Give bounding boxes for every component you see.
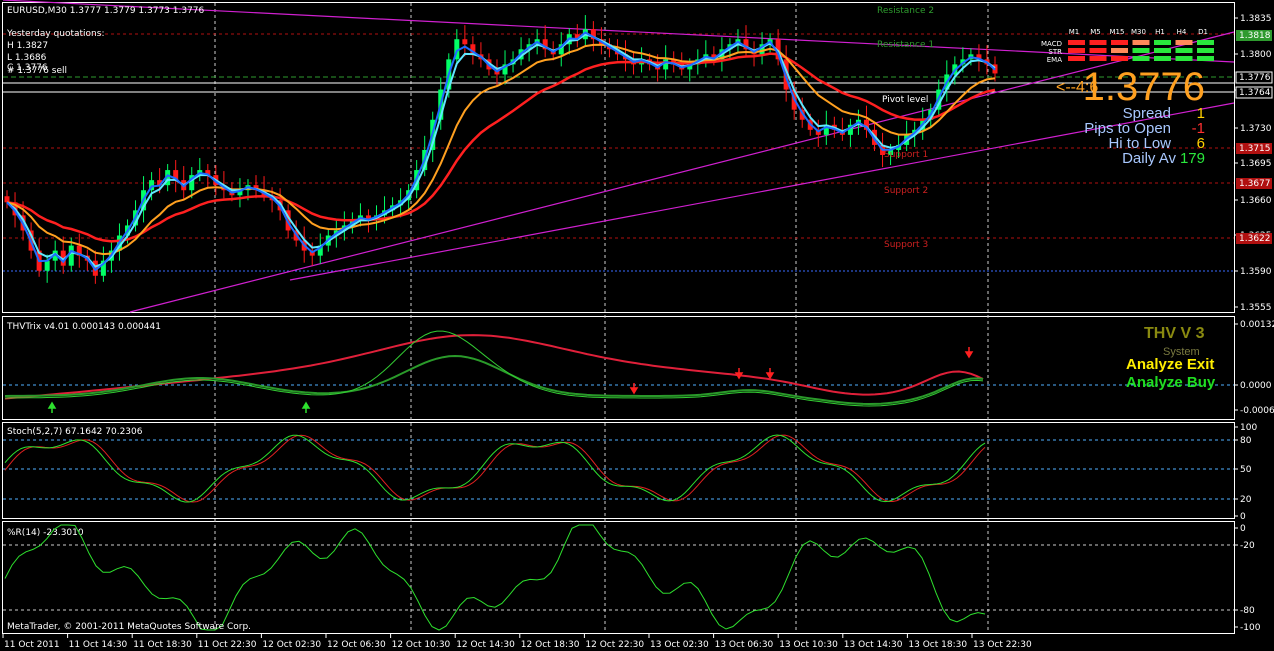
signal-cell (1175, 48, 1193, 53)
time-tick-label: 12 Oct 02:30 (262, 640, 321, 650)
signal-row-label: MACD (1041, 40, 1062, 48)
signal-cell (1154, 56, 1171, 61)
price-tag-label: 1.3622 (1239, 234, 1271, 244)
price-tick-label: 1.3800 (1240, 50, 1272, 60)
price-tag-label: 1.3776 (1239, 73, 1271, 83)
indicator-tick-label: 100 (1240, 423, 1257, 433)
indicator-tick-label: 20 (1240, 495, 1252, 505)
indicator-tick-label: -80 (1240, 606, 1255, 616)
signal-col-header: M5 (1090, 28, 1101, 36)
signal-col-header: M30 (1131, 28, 1146, 36)
indicator-tick-label: -0.00060 (1240, 406, 1274, 416)
yesterday-title: Yesterday quotations: (6, 29, 104, 39)
indicator-tick-label: 0.00132 (1240, 320, 1274, 330)
signal-col-header: M15 (1110, 28, 1125, 36)
signal-cell (1154, 40, 1171, 45)
candle-body (462, 39, 468, 45)
signal-cell (1132, 40, 1150, 45)
price-tick-label: 1.3660 (1240, 196, 1272, 206)
signal-col-header: M1 (1069, 28, 1080, 36)
candle-body (44, 260, 50, 271)
time-tick-label: 13 Oct 18:30 (908, 640, 967, 650)
copyright: MetaTrader, © 2001-2011 MetaQuotes Softw… (7, 622, 251, 632)
signal-cell (1068, 48, 1085, 53)
signal-cell (1089, 40, 1107, 45)
price-tick-label: 1.3835 (1240, 14, 1272, 24)
price-tick-label: 1.3590 (1240, 267, 1272, 277)
time-tick-label: 11 Oct 18:30 (133, 640, 192, 650)
price-axis: 1.3835 1.3800 1.3764 1.3730 1.3695 1.3660 1.36… (1234, 14, 1273, 313)
support1-label: Support 1 (884, 150, 928, 160)
price-tick-label: 1.3730 (1240, 124, 1272, 134)
time-tick-label: 12 Oct 10:30 (392, 640, 451, 650)
signal-cell (1197, 48, 1214, 53)
thv-brand: THV V 3 (1144, 325, 1205, 342)
candle-body (663, 59, 669, 70)
price-tick-label: 1.3555 (1240, 303, 1272, 313)
signal-cell (1089, 48, 1107, 53)
time-tick-label: 11 Oct 22:30 (198, 640, 257, 650)
time-tick-label: 11 Oct 2011 (4, 640, 60, 650)
indicator-tick-label: -20 (1240, 541, 1255, 551)
price-tag-label: 1.3818 (1239, 31, 1271, 41)
yesterday-high: H 1.3827 (7, 41, 48, 51)
thv-exit: Analyze Exit (1126, 356, 1214, 373)
signal-cell (1175, 40, 1193, 45)
thv-buy: Analyze Buy (1126, 374, 1216, 391)
signal-row-label: EMA (1047, 56, 1062, 64)
support3-label: Support 3 (884, 240, 928, 250)
time-tick-label: 12 Oct 22:30 (585, 640, 644, 650)
indicator-tick-label: -100 (1240, 623, 1261, 633)
daily-label: Daily Av (1122, 150, 1176, 167)
indicator-tick-label: 0 (1240, 512, 1246, 522)
thv-title: THVTrix v4.01 0.000143 0.000441 (6, 322, 161, 332)
signal-cell (1175, 56, 1193, 61)
signal-cell (1132, 56, 1150, 61)
time-tick-label: 13 Oct 10:30 (779, 640, 838, 650)
time-tick-label: 13 Oct 22:30 (973, 640, 1032, 650)
signal-row-label: STR (1048, 48, 1062, 56)
stoch-title: Stoch(5,2,7) 67.1642 70.2306 (7, 427, 143, 437)
signal-cell (1089, 56, 1107, 61)
indicator-tick-label: 50 (1240, 465, 1252, 475)
signal-cell (1111, 48, 1128, 53)
pivot-label: Pivot level (882, 95, 928, 105)
price-tick-label: 1.3695 (1240, 159, 1272, 169)
signal-cell (1132, 48, 1150, 53)
price-tag-label: 1.3677 (1239, 179, 1271, 189)
signal-col-header: D1 (1198, 28, 1208, 36)
signal-col-header: H1 (1155, 28, 1165, 36)
symbol-line: EURUSD,M30 1.3777 1.3779 1.3773 1.3776 (7, 6, 205, 16)
signal-cell (1111, 56, 1128, 61)
yesterday-low: L 1.3686 (7, 53, 47, 63)
signal-cell (1068, 56, 1085, 61)
signal-cell (1111, 40, 1128, 45)
signal-text: # 1.3776 sell (7, 66, 67, 76)
signal-cell (1197, 40, 1214, 45)
candle-body (68, 245, 74, 266)
time-tick-label: 12 Oct 18:30 (521, 640, 580, 650)
signal-cell (1068, 40, 1085, 45)
time-tick-label: 12 Oct 14:30 (456, 640, 515, 650)
price-tag-label: 1.3715 (1239, 144, 1271, 154)
resistance2-label: Resistance 2 (877, 6, 934, 16)
signal-col-header: H4 (1177, 28, 1187, 36)
signal-cell (1197, 56, 1214, 61)
daily-value: 179 (1180, 150, 1205, 167)
wpr-title: %R(14) -23.3010 (7, 528, 84, 538)
indicator-tick-label: 0.0000 (1240, 381, 1272, 391)
signal-cell (1154, 48, 1171, 53)
time-tick-label: 13 Oct 14:30 (844, 640, 903, 650)
time-tick-label: 13 Oct 02:30 (650, 640, 709, 650)
time-tick-label: 11 Oct 14:30 (69, 640, 128, 650)
indicator-tick-label: 80 (1240, 436, 1252, 446)
time-tick-label: 13 Oct 06:30 (715, 640, 774, 650)
price-tag-label: 1.3764 (1239, 88, 1271, 98)
big-price: 1.3776 (1083, 65, 1205, 109)
support2-label: Support 2 (884, 186, 928, 196)
trading-chart[interactable]: EURUSD,M30 1.3777 1.3779 1.3773 1.3776 Y… (0, 0, 1274, 651)
indicator-tick-label: 0 (1240, 524, 1246, 534)
time-tick-label: 12 Oct 06:30 (327, 640, 386, 650)
resistance1-label: Resistance 1 (877, 40, 934, 50)
